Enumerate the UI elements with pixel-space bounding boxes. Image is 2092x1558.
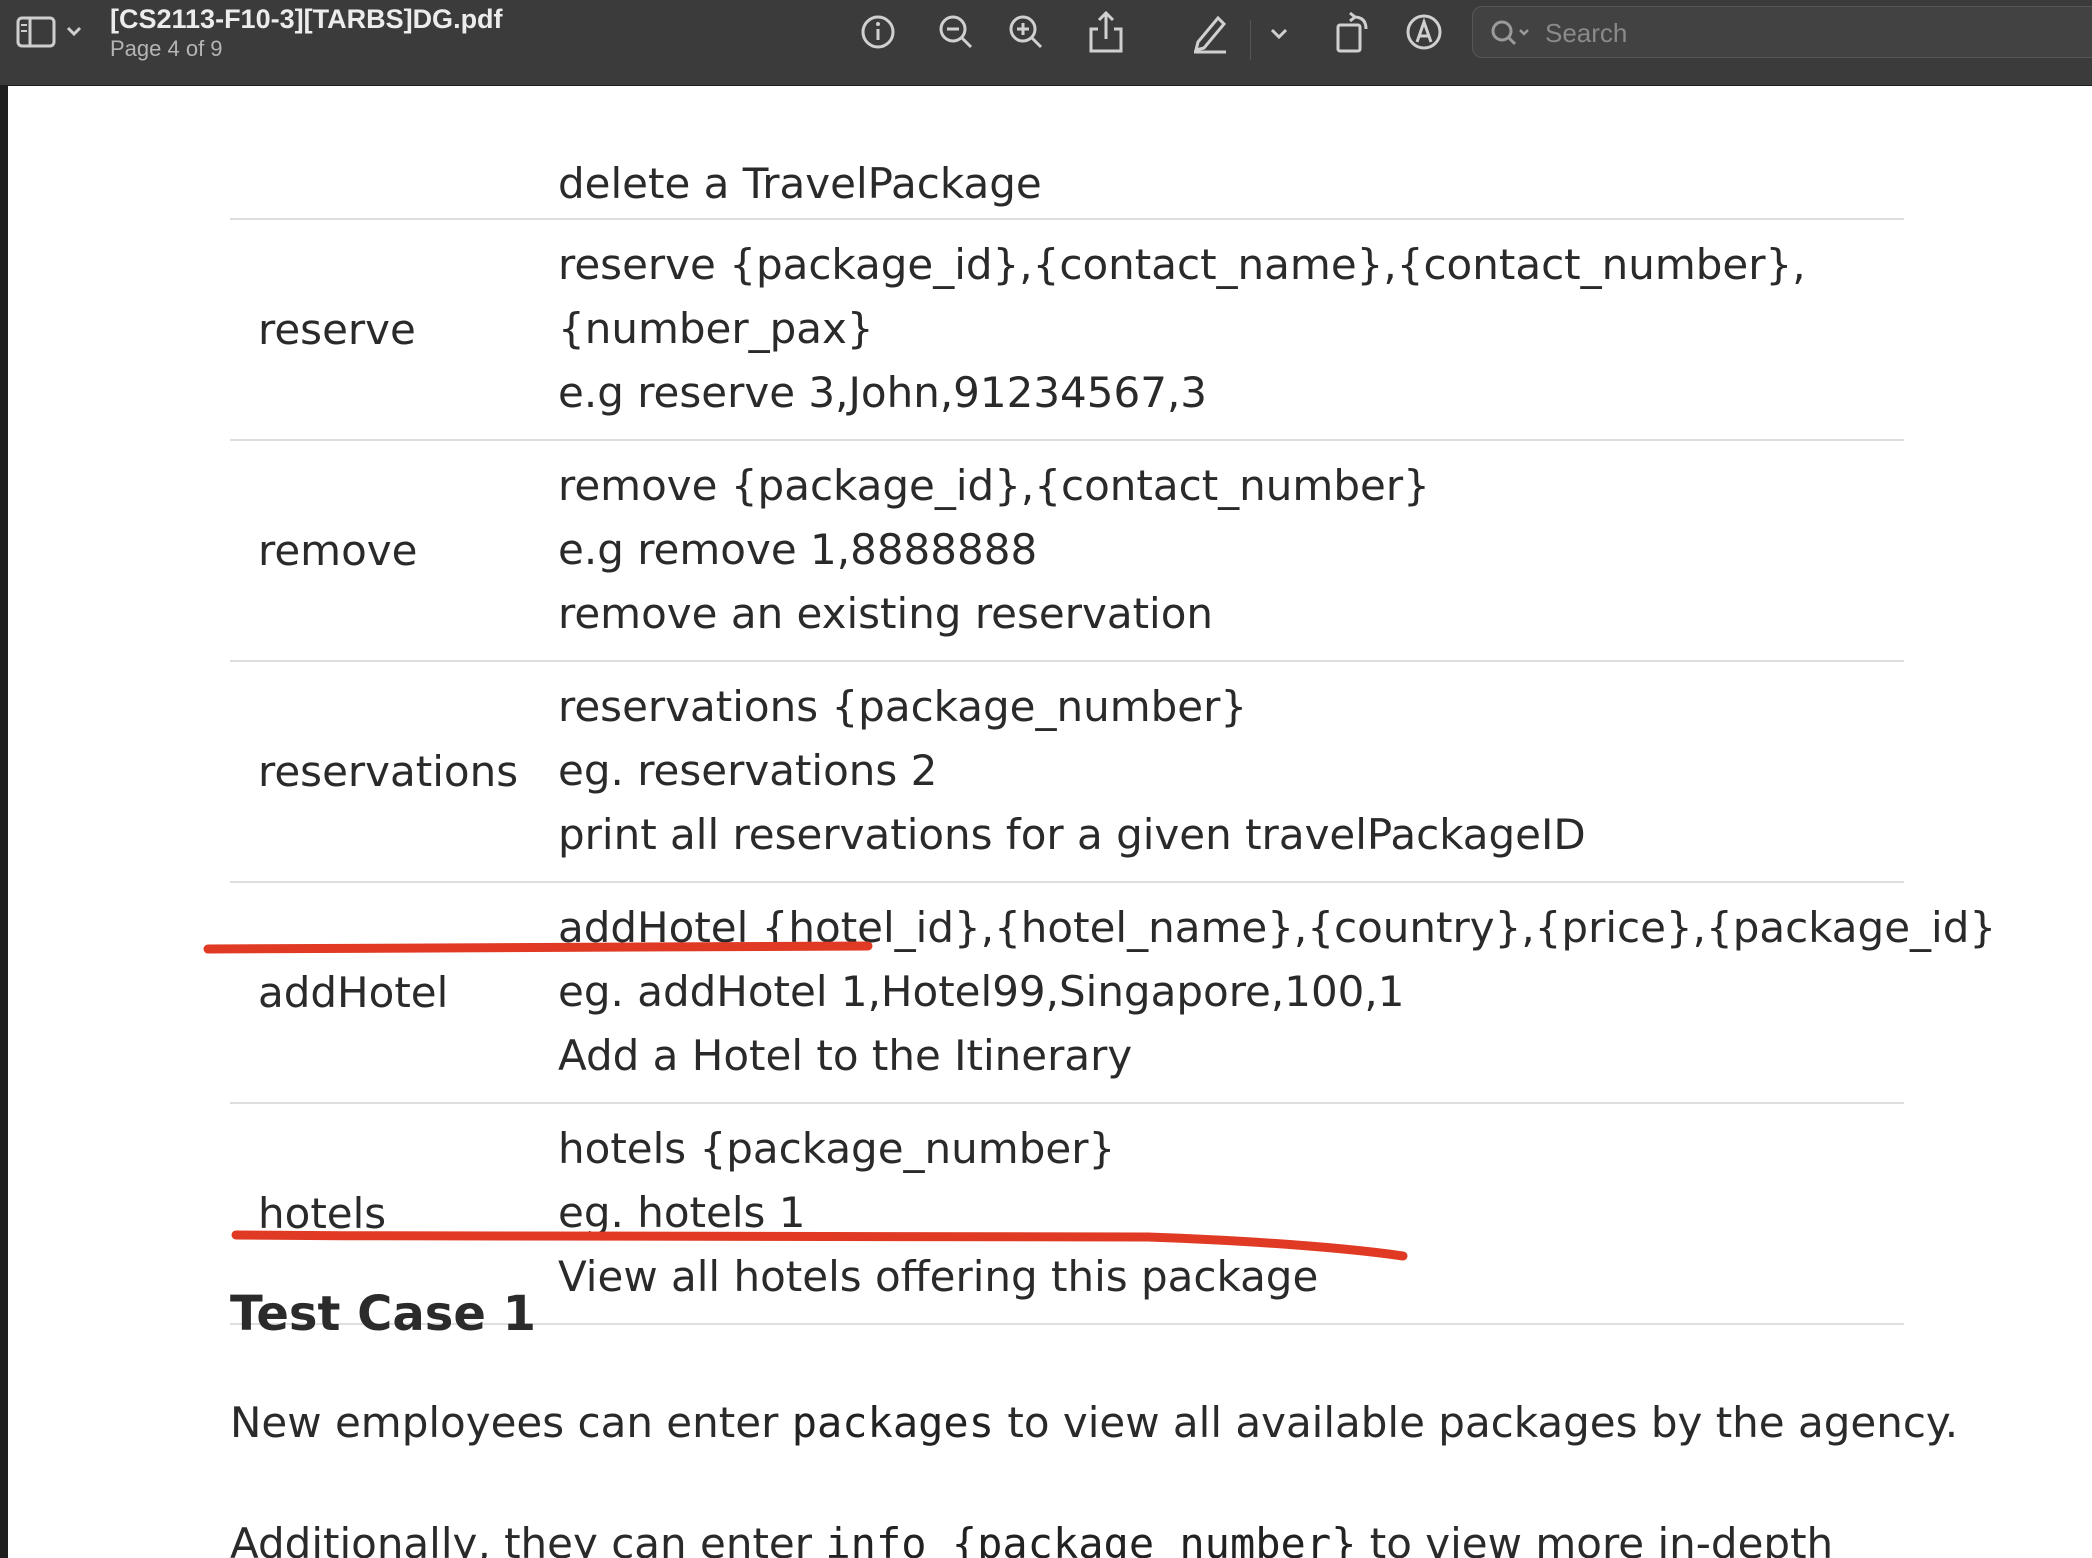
inline-code: info {package_number} (825, 1519, 1357, 1558)
paragraph: Additionally, they can enter info {packa… (230, 1519, 1833, 1558)
section-heading: Test Case 1 (230, 1286, 536, 1342)
sidebar-toggle-button[interactable] (14, 12, 88, 52)
zoom-in-icon (1009, 15, 1043, 49)
paragraph-text: to view more in-depth (1356, 1519, 1834, 1558)
table-row: addHotel addHotel {hotel_id},{hotel_name… (230, 883, 1996, 1104)
description-line: Add a Hotel to the Itinerary (558, 1031, 1133, 1080)
description-line: reserve {package_id},{contact_name},{con… (558, 240, 1806, 289)
paragraph-text: Additionally, they can enter (230, 1519, 826, 1558)
markup-options-button[interactable] (1262, 16, 1296, 50)
command-cell: reserve (258, 305, 416, 354)
chevron-down-icon (66, 26, 82, 37)
page-indicator: Page 4 of 9 (110, 36, 223, 61)
toolbar-separator (1250, 20, 1251, 60)
markup-pen-icon (1193, 15, 1227, 54)
paragraph-text: New employees can enter (230, 1398, 792, 1447)
description-line: {number_pax} (558, 304, 874, 353)
info-button[interactable] (856, 10, 900, 54)
description-line: delete a TravelPackage (558, 159, 1042, 208)
description-line: e.g reserve 3,John,91234567,3 (558, 368, 1208, 417)
rotate-button[interactable] (1330, 8, 1376, 56)
share-icon (1089, 10, 1123, 53)
description-line: hotels {package_number} (558, 1124, 1116, 1173)
description-cell: reservations {package_number} eg. reserv… (558, 675, 1586, 867)
table-row: reservations reservations {package_numbe… (230, 662, 1904, 883)
info-icon (861, 15, 895, 49)
description-line: e.g remove 1,8888888 (558, 525, 1038, 574)
document-title: [CS2113-F10-3][TARBS]DG.pdf (110, 4, 503, 34)
markup-circle-icon (1406, 14, 1442, 50)
description-cell: hotels {package_number} eg. hotels 1 Vie… (558, 1117, 1318, 1309)
description-line: addHotel {hotel_id},{hotel_name},{countr… (558, 903, 1997, 952)
command-cell: reservations (258, 747, 519, 796)
command-table: delete a TravelPackage reserve reserve {… (230, 86, 1996, 1325)
pdf-toolbar: [CS2113-F10-3][TARBS]DG.pdf Page 4 of 9 (0, 0, 2092, 86)
description-cell: delete a TravelPackage (558, 152, 1042, 216)
markup-button[interactable] (1186, 8, 1234, 56)
paragraph-text: to view all available packages by the ag… (994, 1398, 1959, 1447)
markup-toolbar-button[interactable] (1402, 10, 1446, 54)
search-field[interactable] (1472, 6, 2092, 58)
paragraph: New employees can enter packages to view… (230, 1398, 1958, 1447)
zoom-in-button[interactable] (1004, 10, 1048, 54)
description-line: remove {package_id},{contact_number} (558, 461, 1430, 510)
table-row: delete a TravelPackage (230, 86, 1904, 220)
description-line: reservations {package_number} (558, 682, 1248, 731)
zoom-out-icon (939, 15, 973, 49)
description-line: remove an existing reservation (558, 589, 1214, 638)
table-row: reserve reserve {package_id},{contact_na… (230, 220, 1904, 441)
command-cell: addHotel (258, 968, 449, 1017)
chevron-down-icon (1270, 28, 1288, 40)
command-cell: remove (258, 526, 418, 575)
zoom-out-button[interactable] (934, 10, 978, 54)
description-cell: reserve {package_id},{contact_name},{con… (558, 233, 1806, 425)
description-line: print all reservations for a given trave… (558, 810, 1586, 859)
window-edge (0, 86, 8, 1558)
description-line: View all hotels offering this package (558, 1252, 1319, 1301)
share-button[interactable] (1084, 8, 1128, 56)
search-icon (1491, 20, 1529, 46)
description-cell: remove {package_id},{contact_number} e.g… (558, 454, 1430, 646)
description-line: eg. addHotel 1,Hotel99,Singapore,100,1 (558, 967, 1405, 1016)
pdf-page[interactable]: delete a TravelPackage reserve reserve {… (8, 86, 2092, 1558)
description-cell: addHotel {hotel_id},{hotel_name},{countr… (558, 896, 1996, 1088)
sidebar-icon (16, 16, 82, 48)
table-row: remove remove {package_id},{contact_numb… (230, 441, 1904, 662)
rotate-icon (1336, 11, 1368, 53)
description-line: eg. hotels 1 (558, 1188, 806, 1237)
search-input[interactable] (1543, 15, 2067, 51)
inline-code: packages (791, 1398, 994, 1447)
description-line: eg. reservations 2 (558, 746, 938, 795)
